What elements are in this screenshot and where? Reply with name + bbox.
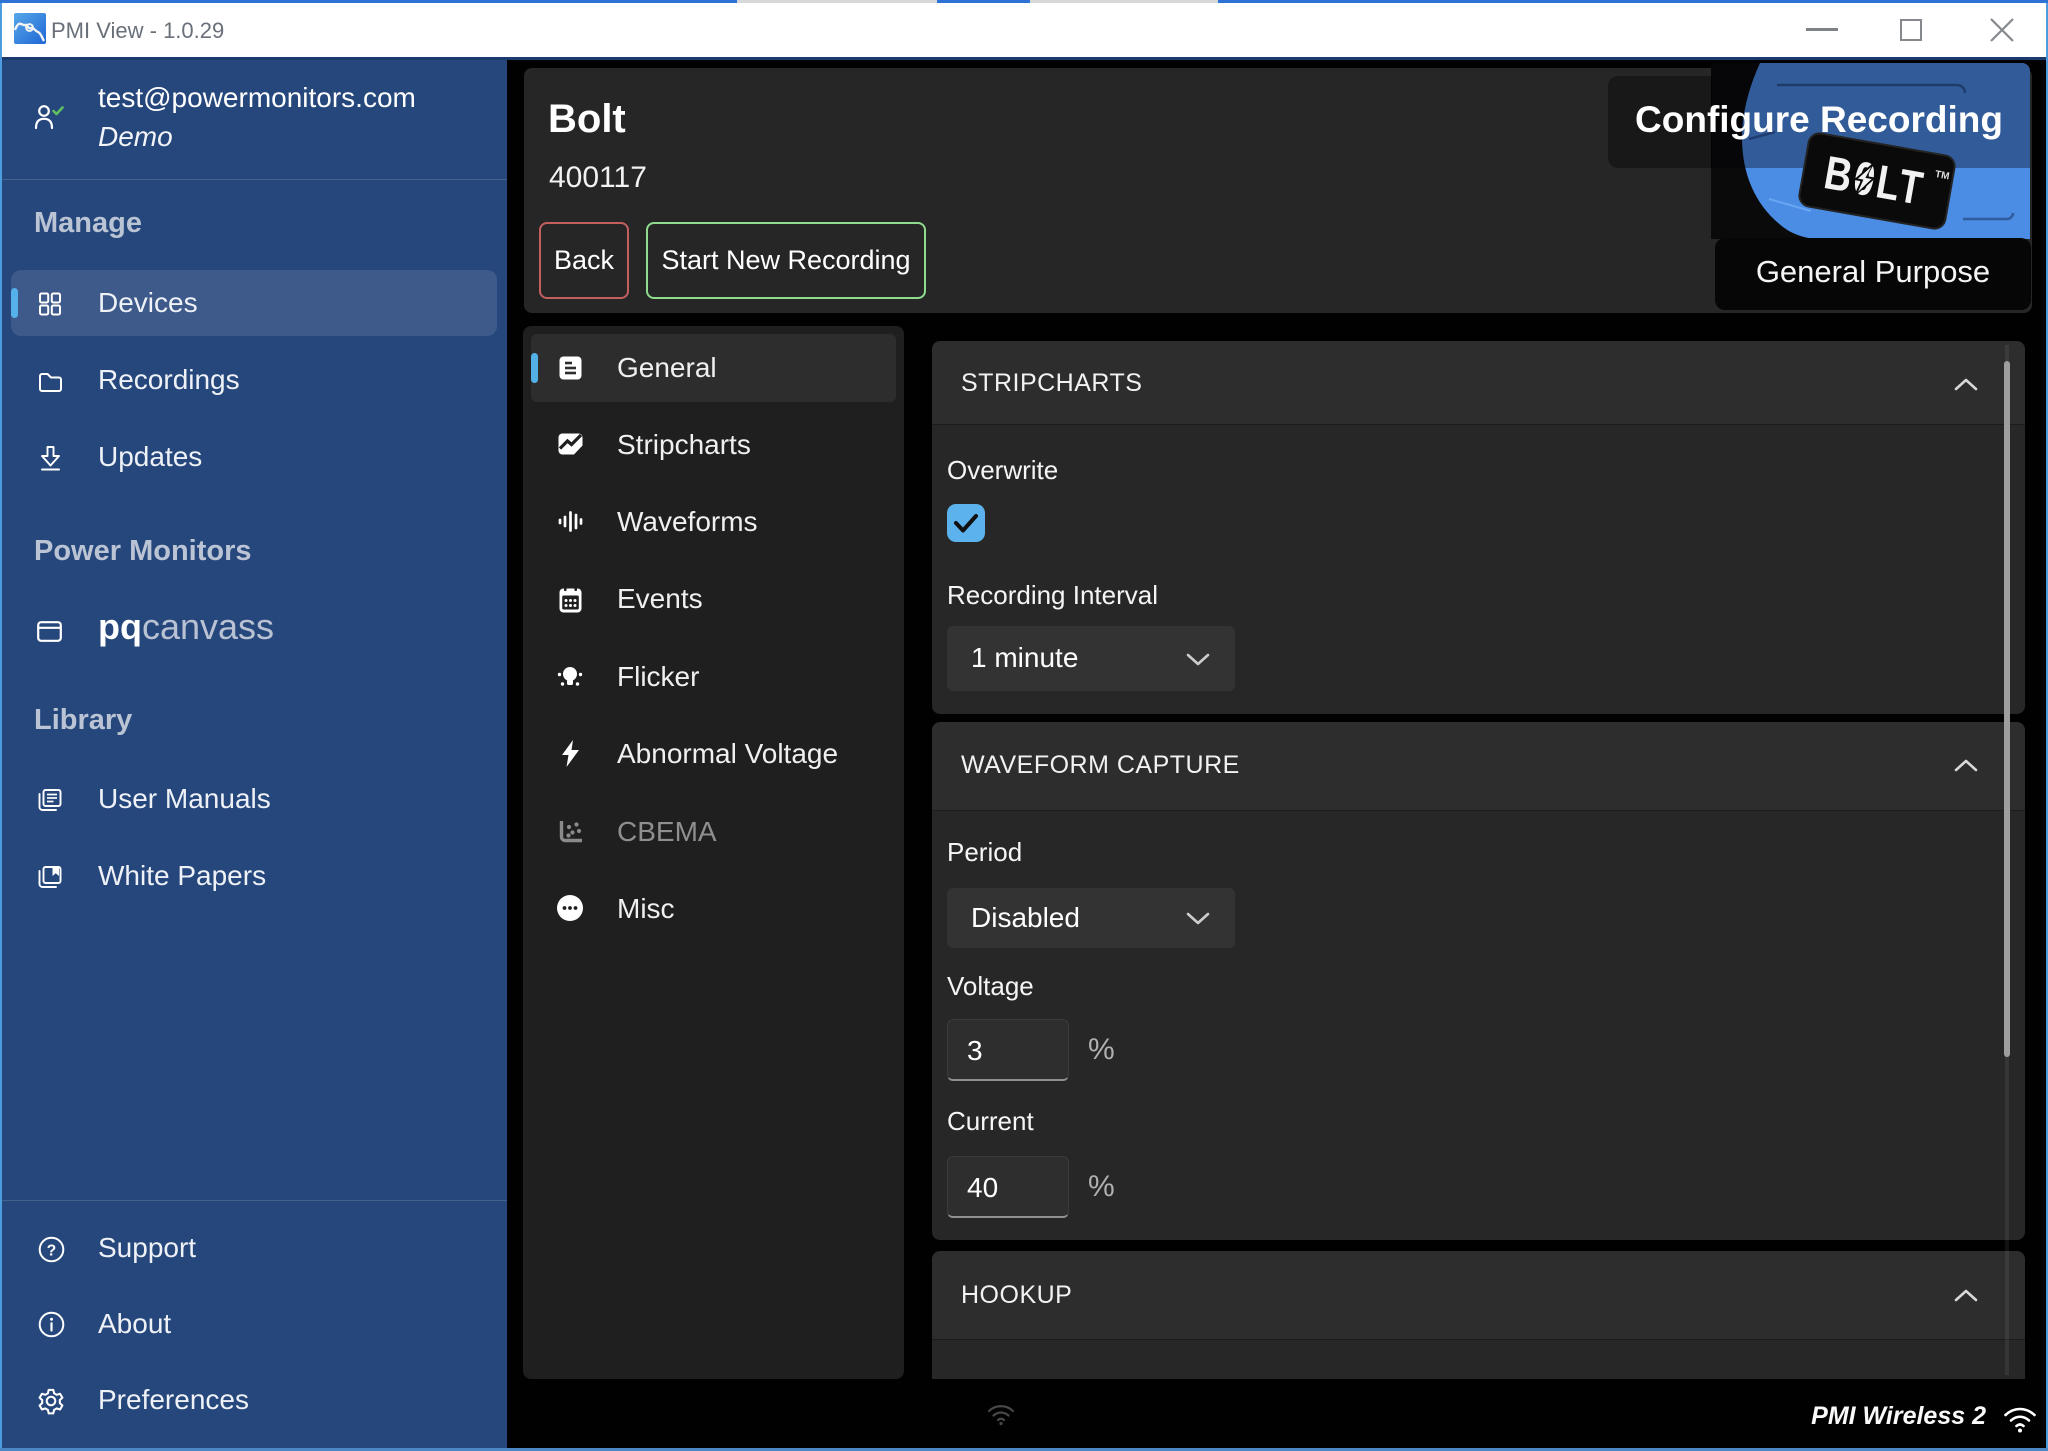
svg-text:?: ?: [47, 1243, 56, 1260]
